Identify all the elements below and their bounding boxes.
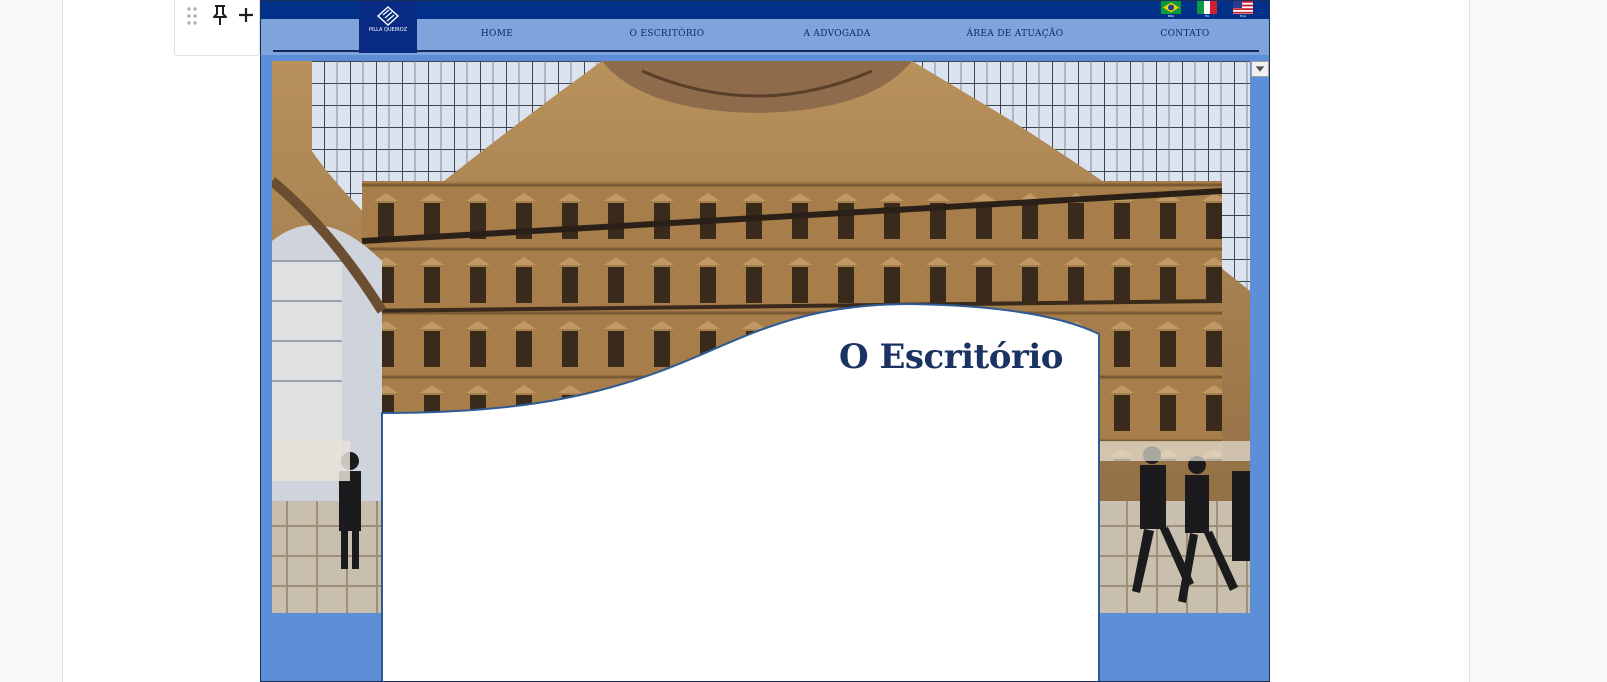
block-toolbar — [174, 0, 260, 56]
embedded-website: PILLA QUEIROZ BRA ITA EUA HOME O ESCRITÓ… — [260, 0, 1270, 682]
page-heading: O Escritório — [839, 337, 1063, 377]
pin-icon[interactable] — [209, 2, 231, 28]
plus-icon[interactable] — [235, 2, 257, 28]
drag-handle-icon[interactable] — [185, 4, 199, 28]
content-panel — [381, 302, 1100, 681]
scroll-down-icon[interactable] — [1251, 61, 1269, 77]
